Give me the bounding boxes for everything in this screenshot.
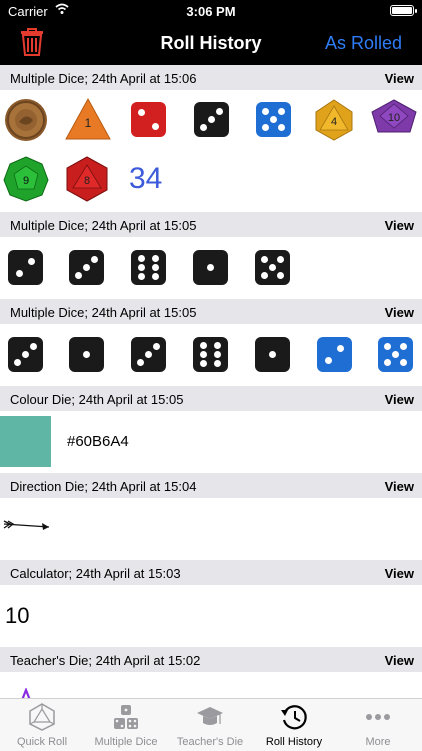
tab-multiple-dice[interactable]: Multiple Dice <box>84 699 168 751</box>
black-die-icon <box>69 250 104 285</box>
coin-icon <box>5 99 47 141</box>
tab-more[interactable]: More <box>336 699 420 751</box>
dice-icon <box>114 705 138 729</box>
view-button[interactable]: View <box>385 653 414 668</box>
entry-label: Teacher's Die; 24th April at 15:02 <box>10 653 201 668</box>
tab-label: Quick Roll <box>16 736 68 748</box>
entry-label: Multiple Dice; 24th April at 15:05 <box>10 218 197 233</box>
black-die-icon <box>131 250 166 285</box>
blue-die-icon <box>378 337 413 372</box>
black-die-icon <box>193 250 228 285</box>
status-bar: Carrier 3:06 PM <box>0 0 422 22</box>
tab-quick-roll[interactable]: Quick Roll <box>0 699 84 751</box>
d8-die-icon: 4 <box>315 99 353 141</box>
d20-face-number: 8 <box>84 175 90 187</box>
teachers-die-result-icon <box>21 688 31 698</box>
view-button[interactable]: View <box>385 566 414 581</box>
tab-label: Roll History <box>265 736 323 748</box>
d4-die-icon: 1 <box>65 97 111 140</box>
history-icon <box>281 705 307 730</box>
d8-face-number: 4 <box>331 116 337 128</box>
roll-history-list[interactable]: Multiple Dice; 24th April at 15:06 View … <box>0 65 422 698</box>
black-die-icon <box>255 250 290 285</box>
view-button[interactable]: View <box>385 218 414 233</box>
history-section-header: Multiple Dice; 24th April at 15:05 View <box>0 212 422 237</box>
tab-teachers-die[interactable]: Teacher's Die <box>168 699 252 751</box>
tab-label: More <box>365 736 391 748</box>
blue-die-icon <box>256 102 291 137</box>
entry-label: Calculator; 24th April at 15:03 <box>10 566 181 581</box>
black-die-icon <box>255 337 290 372</box>
history-section-header: Direction Die; 24th April at 15:04 View <box>0 473 422 498</box>
history-section-header: Multiple Dice; 24th April at 15:05 View <box>0 299 422 324</box>
calculator-result: 10 <box>5 603 30 628</box>
black-die-icon <box>194 102 229 137</box>
battery-icon <box>390 5 417 16</box>
more-icon <box>366 714 390 720</box>
arrow-right-icon <box>3 520 50 530</box>
view-button[interactable]: View <box>385 305 414 320</box>
history-row[interactable] <box>0 672 422 698</box>
view-button[interactable]: View <box>385 392 414 407</box>
black-die-icon <box>131 337 166 372</box>
tab-bar: Quick Roll Multiple Dice Teacher's Die R… <box>0 698 422 751</box>
d20-icon <box>29 703 55 731</box>
history-row[interactable] <box>0 324 422 386</box>
d4-face-number: 1 <box>85 116 92 130</box>
history-row[interactable]: 1 4 10 9 8 34 <box>0 90 422 212</box>
black-die-icon <box>69 337 104 372</box>
history-row[interactable]: #60B6A4 <box>0 411 422 473</box>
history-section-header: Multiple Dice; 24th April at 15:06 View <box>0 65 422 90</box>
history-section-header: Teacher's Die; 24th April at 15:02 View <box>0 647 422 672</box>
d10-face-number: 10 <box>388 112 400 124</box>
red-die-icon <box>131 102 166 137</box>
entry-label: Multiple Dice; 24th April at 15:05 <box>10 305 197 320</box>
history-row[interactable] <box>0 237 422 299</box>
black-die-icon <box>193 337 228 372</box>
black-die-icon <box>8 250 43 285</box>
d12-die-icon: 9 <box>3 156 49 202</box>
entry-label: Colour Die; 24th April at 15:05 <box>10 392 184 407</box>
tab-label: Multiple Dice <box>94 736 158 748</box>
navigation-bar: Carrier 3:06 PM Roll History As Rolled <box>0 0 422 65</box>
view-button[interactable]: View <box>385 71 414 86</box>
history-section-header: Calculator; 24th April at 15:03 View <box>0 560 422 585</box>
view-button[interactable]: View <box>385 479 414 494</box>
d10-die-icon: 10 <box>371 99 417 133</box>
d20-die-icon: 8 <box>66 156 108 202</box>
clock: 3:06 PM <box>186 4 236 19</box>
roll-total: 34 <box>129 162 163 195</box>
history-section-header: Colour Die; 24th April at 15:05 View <box>0 386 422 411</box>
entry-label: Multiple Dice; 24th April at 15:06 <box>10 71 197 86</box>
entry-label: Direction Die; 24th April at 15:04 <box>10 479 197 494</box>
tab-label: Teacher's Die <box>176 736 244 748</box>
d12-face-number: 9 <box>23 175 29 187</box>
history-row[interactable] <box>0 498 422 560</box>
graduation-cap-icon <box>197 707 223 725</box>
history-row[interactable]: 10 <box>0 585 422 647</box>
tab-roll-history[interactable]: Roll History <box>252 699 336 751</box>
as-rolled-button[interactable]: As Rolled <box>325 33 402 54</box>
colour-swatch <box>0 416 51 467</box>
colour-hex-value: #60B6A4 <box>67 433 129 450</box>
blue-die-icon <box>317 337 352 372</box>
black-die-icon <box>8 337 43 372</box>
